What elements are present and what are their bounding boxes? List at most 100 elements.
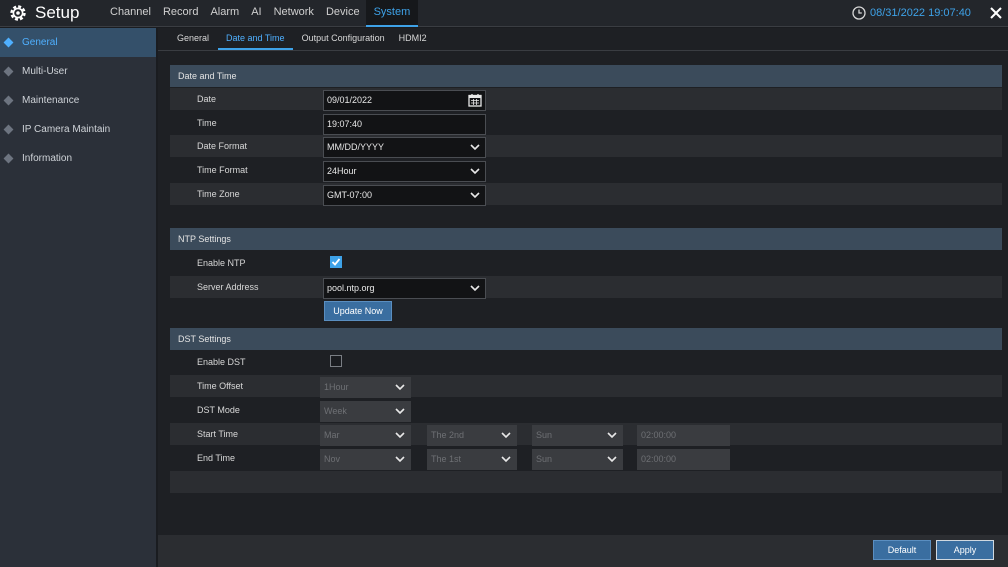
tab-date-and-time[interactable]: Date and Time <box>218 28 293 50</box>
chevron-down-icon <box>470 144 480 151</box>
subtab-bar: General Date and Time Output Configurati… <box>158 28 1008 51</box>
check-icon <box>331 258 341 266</box>
footer-bar: Default Apply <box>158 535 1008 567</box>
time-format-label: Time Format <box>197 165 248 175</box>
enable-ntp-checkbox[interactable] <box>330 256 342 268</box>
time-format-select[interactable]: 24Hour <box>323 161 486 182</box>
nav-network[interactable]: Network <box>268 0 320 27</box>
dst-mode-label: DST Mode <box>197 405 240 415</box>
end-week-value: The 1st <box>431 454 462 464</box>
sidebar-item-ip-camera-maintain[interactable]: IP Camera Maintain <box>0 115 156 144</box>
server-address-label: Server Address <box>197 282 259 292</box>
calendar-icon[interactable] <box>468 93 482 107</box>
time-format-value: 24Hour <box>327 166 357 176</box>
row-date: Date 09/01/2022 <box>170 88 1002 111</box>
sidebar-item-information[interactable]: Information <box>0 144 156 173</box>
server-address-select[interactable]: pool.ntp.org <box>323 278 486 299</box>
nav-system[interactable]: System <box>365 0 419 27</box>
time-offset-label: Time Offset <box>197 381 244 391</box>
top-nav: Channel Record Alarm AI Network Device S… <box>104 0 419 27</box>
row-dst-mode: DST Mode Week <box>170 399 1002 422</box>
end-day-select[interactable]: Sun <box>532 449 623 470</box>
end-month-select[interactable]: Nov <box>320 449 411 470</box>
system-datetime: 08/31/2022 19:07:40 <box>852 5 971 21</box>
sidebar-item-label: IP Camera Maintain <box>22 124 111 135</box>
enable-ntp-label: Enable NTP <box>197 258 246 268</box>
end-time-field[interactable]: 02:00:00 <box>637 449 730 470</box>
chevron-down-icon <box>607 456 617 463</box>
clock-icon <box>852 6 866 20</box>
end-time-label: End Time <box>197 453 236 463</box>
start-month-value: Mar <box>324 430 340 440</box>
row-time-format: Time Format 24Hour <box>170 159 1002 182</box>
sidebar-item-maintenance[interactable]: Maintenance <box>0 86 156 115</box>
start-time-value: 02:00:00 <box>641 430 677 440</box>
chevron-down-icon <box>395 456 405 463</box>
nav-device[interactable]: Device <box>320 0 366 27</box>
section-header-dst: DST Settings <box>170 328 1002 350</box>
update-now-button[interactable]: Update Now <box>324 301 392 321</box>
start-week-value: The 2nd <box>431 430 465 440</box>
time-zone-value: GMT-07:00 <box>327 190 373 200</box>
close-icon[interactable] <box>988 5 1004 21</box>
sidebar-item-multi-user[interactable]: Multi-User <box>0 57 156 86</box>
chevron-down-icon <box>470 285 480 292</box>
tab-hdmi2[interactable]: HDMI2 <box>394 28 432 50</box>
end-week-select[interactable]: The 1st <box>427 449 517 470</box>
start-week-select[interactable]: The 2nd <box>427 425 517 446</box>
chevron-down-icon <box>501 456 511 463</box>
dst-mode-select[interactable]: Week <box>320 401 411 422</box>
chevron-down-icon <box>470 192 480 199</box>
row-enable-ntp: Enable NTP <box>170 252 1002 274</box>
diamond-icon <box>3 66 14 77</box>
date-field[interactable]: 09/01/2022 <box>323 90 486 111</box>
sidebar-item-general[interactable]: General <box>0 28 156 57</box>
time-zone-select[interactable]: GMT-07:00 <box>323 185 486 206</box>
row-empty <box>170 471 1002 493</box>
tab-output-configuration[interactable]: Output Configuration <box>297 28 390 50</box>
start-time-label: Start Time <box>197 429 239 439</box>
chevron-down-icon <box>395 384 405 391</box>
date-format-select[interactable]: MM/DD/YYYY <box>323 137 486 158</box>
time-zone-label: Time Zone <box>197 189 240 199</box>
nav-ai[interactable]: AI <box>245 0 267 27</box>
chevron-down-icon <box>395 432 405 439</box>
nav-channel[interactable]: Channel <box>104 0 157 27</box>
date-format-value: MM/DD/YYYY <box>327 142 385 152</box>
start-month-select[interactable]: Mar <box>320 425 411 446</box>
gear-icon <box>10 5 26 21</box>
end-month-value: Nov <box>324 454 341 464</box>
time-offset-select[interactable]: 1Hour <box>320 377 411 398</box>
diamond-icon <box>3 124 14 135</box>
date-label: Date <box>197 94 217 104</box>
chevron-down-icon <box>470 168 480 175</box>
diamond-icon <box>3 37 14 48</box>
start-day-select[interactable]: Sun <box>532 425 623 446</box>
nav-record[interactable]: Record <box>157 0 204 27</box>
sidebar-item-label: Multi-User <box>22 66 68 77</box>
sidebar-item-label: Information <box>22 153 73 164</box>
enable-dst-checkbox[interactable] <box>330 355 342 367</box>
section-header-date-time: Date and Time <box>170 65 1002 87</box>
time-field[interactable]: 19:07:40 <box>323 114 486 135</box>
time-offset-value: 1Hour <box>324 382 349 392</box>
default-button[interactable]: Default <box>873 540 931 560</box>
sidebar-item-label: General <box>22 37 58 48</box>
date-value: 09/01/2022 <box>327 95 373 105</box>
row-start-time: Start Time Mar The 2nd Sun 02:00:00 <box>170 423 1002 446</box>
sidebar-item-label: Maintenance <box>22 95 80 106</box>
sidebar: General Multi-User Maintenance IP Camera… <box>0 28 156 567</box>
chevron-down-icon <box>501 432 511 439</box>
end-day-value: Sun <box>536 454 553 464</box>
start-time-field[interactable]: 02:00:00 <box>637 425 730 446</box>
tab-general[interactable]: General <box>172 28 214 50</box>
section-header-ntp: NTP Settings <box>170 228 1002 250</box>
chevron-down-icon <box>607 432 617 439</box>
apply-button[interactable]: Apply <box>936 540 994 560</box>
datetime-text: 08/31/2022 19:07:40 <box>870 7 971 19</box>
app-title: Setup <box>35 3 80 22</box>
dst-mode-value: Week <box>324 406 347 416</box>
nav-alarm[interactable]: Alarm <box>204 0 245 27</box>
start-day-value: Sun <box>536 430 553 440</box>
chevron-down-icon <box>395 408 405 415</box>
